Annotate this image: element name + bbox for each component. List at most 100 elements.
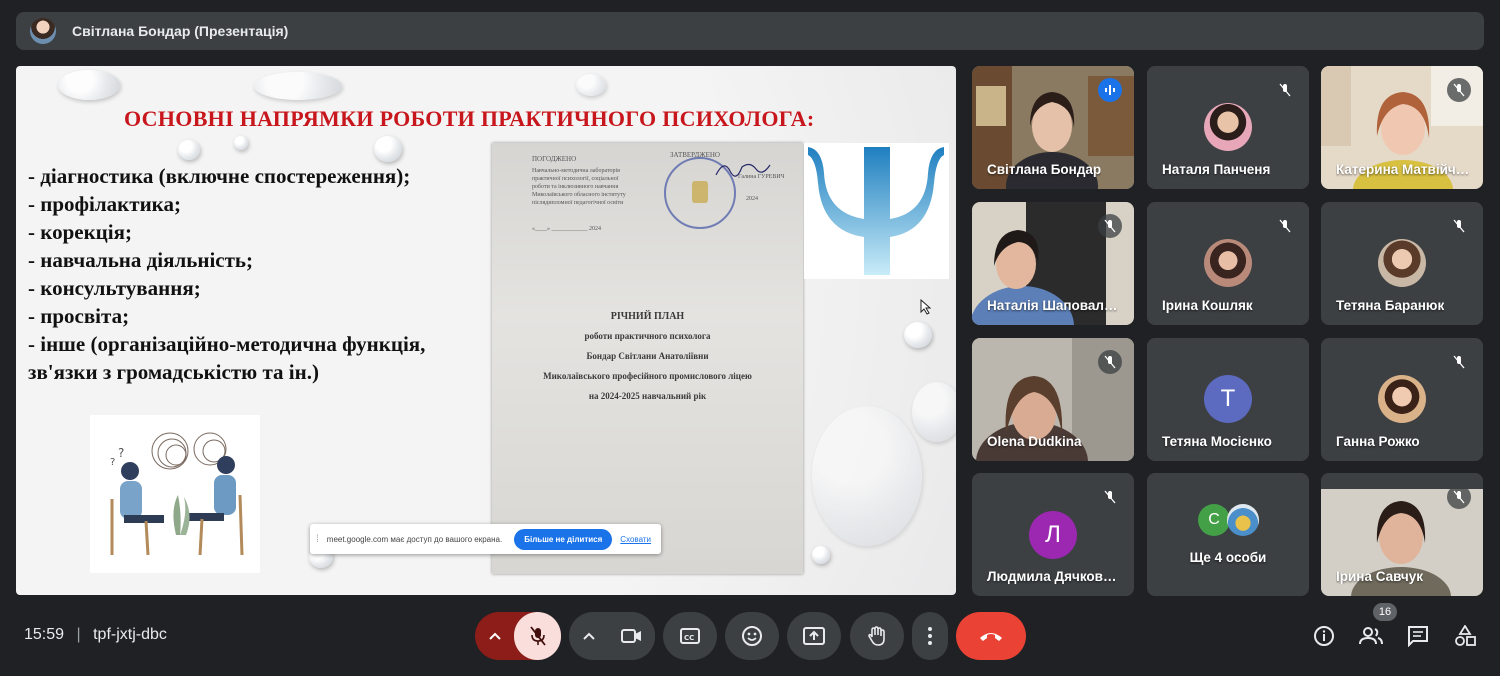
meeting-details-button[interactable] [1310, 622, 1338, 650]
water-drop [234, 136, 248, 150]
mic-off-icon [1098, 485, 1122, 509]
participant-name: Світлана Бондар [987, 162, 1102, 177]
doc-left-line: практичної психології, соціальної [532, 176, 619, 182]
bullet-item: - навчальна діяльність; [28, 248, 254, 272]
camera-icon [620, 629, 641, 643]
water-drop [58, 70, 120, 100]
captions-button[interactable]: CC [663, 612, 717, 660]
participant-tile[interactable]: Наталя Панченя [1147, 66, 1309, 189]
water-drop [812, 406, 922, 546]
bullet-item: - профілактика; [28, 192, 181, 216]
psi-symbol [804, 143, 949, 279]
participant-name: Ірина Кошляк [1162, 298, 1253, 313]
current-time: 15:59 [24, 626, 65, 643]
bullet-item: - консультування; [28, 276, 201, 300]
participant-avatar [1378, 375, 1426, 423]
chat-icon [1408, 626, 1428, 647]
participant-avatar: Л [1029, 511, 1077, 559]
info-icon [1314, 626, 1334, 646]
present-icon [803, 627, 825, 645]
water-drop [576, 74, 606, 96]
screen-share-notification: ⁞ meet.google.com має доступ до вашого е… [310, 524, 661, 554]
participant-tile[interactable]: Ірина Савчук [1321, 473, 1483, 596]
audio-settings-button[interactable] [475, 612, 515, 660]
participant-tile[interactable]: Тетяна Баранюк [1321, 202, 1483, 325]
bullet-item: - корекція; [28, 220, 132, 244]
doc-title: РІЧНИЙ ПЛАН [610, 311, 685, 322]
participant-tile[interactable]: Olena Dudkina [972, 338, 1134, 461]
participant-tile[interactable]: Ганна Рожко [1321, 338, 1483, 461]
stop-sharing-button[interactable]: Більше не ділитися [514, 528, 613, 550]
mic-control-group [475, 612, 561, 660]
doc-right-date: 2024 [746, 196, 758, 202]
bullet-item: - діагностика (включне спостереження); [28, 164, 411, 188]
mic-off-icon [1447, 485, 1471, 509]
bullet-item: - просвіта; [28, 304, 130, 328]
participant-name: Тетяна Мосієнко [1162, 434, 1272, 449]
present-screen-button[interactable] [787, 612, 841, 660]
send-reaction-button[interactable] [725, 612, 779, 660]
bullet-item: - інше (організаційно-методична функція, [28, 332, 426, 356]
water-drop [374, 136, 402, 162]
doc-line: на 2024-2025 навчальний рік [588, 391, 707, 401]
participant-tile[interactable]: Наталія Шаповал… [972, 202, 1134, 325]
counseling-illustration: ? ? [90, 415, 260, 573]
mic-toggle-button[interactable] [514, 612, 561, 660]
svg-text:?: ? [110, 457, 115, 468]
water-drop [912, 382, 956, 442]
participant-tile[interactable]: Світлана Бондар [972, 66, 1134, 189]
bullet-item: зв'язки з громадськістю та ін.) [28, 360, 319, 384]
mic-off-icon [1273, 214, 1297, 238]
doc-left-line: післядипломної педагогічної освіти [532, 200, 624, 206]
chevron-up-icon [583, 632, 595, 640]
participant-name: Olena Dudkina [987, 434, 1082, 449]
presentation-title: Світлана Бондар (Презентація) [72, 23, 289, 39]
more-options-button[interactable] [912, 612, 948, 660]
meeting-info: 15:59 | tpf-jxtj-dbc [24, 626, 167, 644]
shared-screen: ОСНОВНІ НАПРЯМКИ РОБОТИ ПРАКТИЧНОГО ПСИХ… [16, 66, 956, 595]
participant-avatar [1378, 239, 1426, 287]
presenter-bar: Світлана Бондар (Презентація) [16, 12, 1484, 50]
leave-call-button[interactable] [956, 612, 1026, 660]
hide-link[interactable]: Сховати [620, 535, 651, 544]
raise-hand-icon [868, 626, 885, 646]
video-settings-button[interactable] [569, 612, 609, 660]
participant-tile[interactable]: Т Тетяна Мосієнко [1147, 338, 1309, 461]
bullet-list: - діагностика (включне спостереження); -… [28, 162, 498, 386]
presenter-avatar [30, 18, 56, 44]
participant-avatar: Т [1204, 375, 1252, 423]
participant-tile[interactable]: Ірина Кошляк [1147, 202, 1309, 325]
participant-name: Людмила Дячков… [987, 569, 1117, 584]
doc-line: Бондар Світлани Анатоліївни [586, 351, 709, 361]
chat-button[interactable] [1404, 622, 1432, 650]
mic-off-icon [1447, 78, 1471, 102]
participant-tile[interactable]: Л Людмила Дячков… [972, 473, 1134, 596]
chevron-up-icon [489, 632, 501, 640]
mouse-cursor-icon [920, 299, 932, 315]
mic-off-icon [1098, 350, 1122, 374]
document-photo: ПОГОДЖЕНО Навчально-методична лабораторі… [492, 143, 803, 574]
meeting-code: tpf-jxtj-dbc [93, 626, 167, 643]
activities-icon [1455, 625, 1476, 646]
signature [715, 163, 771, 177]
participant-name: Наталя Панченя [1162, 162, 1271, 177]
svg-text:CC: CC [684, 634, 694, 642]
doc-left-line: роботи та інклюзивного навчання [532, 184, 619, 190]
drag-handle-icon[interactable]: ⁞ [316, 534, 319, 545]
more-participants-tile[interactable]: С Ще 4 особи [1147, 473, 1309, 596]
doc-left-header: ПОГОДЖЕНО [532, 155, 577, 163]
people-button[interactable] [1357, 622, 1385, 650]
separator: | [76, 626, 81, 643]
camera-toggle-button[interactable] [608, 612, 655, 660]
activities-button[interactable] [1451, 622, 1479, 650]
raise-hand-button[interactable] [850, 612, 904, 660]
water-drop [178, 140, 200, 160]
mic-off-icon [1273, 78, 1297, 102]
participant-tile[interactable]: Катерина Матвійч… [1321, 66, 1483, 189]
participant-count-badge: 16 [1373, 603, 1397, 621]
participant-avatar: С [1198, 504, 1230, 536]
participant-avatar [1204, 239, 1252, 287]
more-options-icon [928, 627, 932, 645]
share-notice-text: meet.google.com має доступ до вашого екр… [326, 534, 503, 544]
participant-name: Тетяна Баранюк [1336, 298, 1445, 313]
